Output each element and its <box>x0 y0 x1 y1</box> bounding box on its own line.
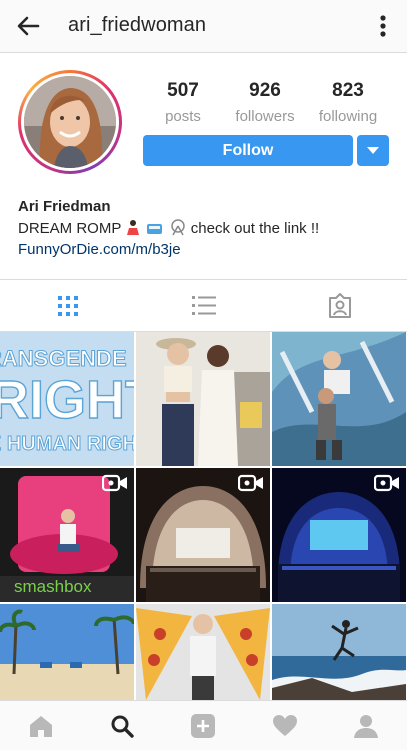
bus-emoji-icon <box>147 224 163 234</box>
post-image <box>0 604 134 700</box>
follow-button[interactable]: Follow <box>143 135 353 166</box>
stat-followers[interactable]: 926 followers <box>225 80 305 125</box>
top-bar: ari_friedwoman <box>0 0 407 53</box>
video-camera-icon <box>238 474 263 492</box>
video-camera-icon <box>102 474 127 492</box>
followers-label: followers <box>235 108 295 125</box>
followers-count: 926 <box>249 80 281 101</box>
add-post-icon[interactable] <box>190 713 216 739</box>
following-label: following <box>318 108 378 125</box>
posts-label: posts <box>165 108 201 125</box>
ferris-wheel-emoji-icon <box>170 219 185 236</box>
post-text-line-2: RIGHTS <box>0 370 134 430</box>
bio-text-end: check out the link !! <box>190 220 320 237</box>
grid-post[interactable]: RANSGENDE RIGHTS E HUMAN RIGH <box>0 332 134 466</box>
heart-icon[interactable] <box>272 713 298 739</box>
profile-full-name: Ari Friedman <box>18 198 111 215</box>
profile-website-link[interactable]: FunnyOrDie.com/m/b3je <box>18 241 181 258</box>
post-caption-smashbox: smashbox <box>14 577 92 596</box>
list-view-icon[interactable] <box>190 292 218 320</box>
profile-icon[interactable] <box>353 713 379 739</box>
profile-view-tabs <box>0 279 407 332</box>
grid-post[interactable]: smashbox <box>0 468 134 602</box>
grid-post[interactable] <box>136 468 270 602</box>
profile-username: ari_friedwoman <box>68 14 207 36</box>
grid-post[interactable] <box>272 604 406 700</box>
following-count: 823 <box>332 80 364 101</box>
grid-post[interactable] <box>272 468 406 602</box>
stat-following[interactable]: 823 following <box>308 80 388 125</box>
grid-post[interactable] <box>0 604 134 700</box>
posts-count: 507 <box>167 80 199 101</box>
grid-view-icon[interactable] <box>54 292 82 320</box>
back-arrow-icon[interactable] <box>14 12 42 40</box>
post-text-line-1: RANSGENDE <box>0 346 127 371</box>
post-image <box>272 604 406 700</box>
grid-post[interactable] <box>272 332 406 466</box>
post-image: RANSGENDE RIGHTS E HUMAN RIGH <box>0 332 134 466</box>
search-icon[interactable] <box>109 713 135 739</box>
bottom-navigation <box>0 700 407 750</box>
more-options-icon[interactable] <box>373 12 393 40</box>
post-image <box>272 332 406 466</box>
grid-post[interactable] <box>136 332 270 466</box>
dancer-emoji-icon <box>127 220 140 235</box>
video-camera-icon <box>374 474 399 492</box>
bio-text-start: DREAM ROMP <box>18 220 122 237</box>
suggested-accounts-dropdown[interactable] <box>357 135 389 166</box>
avatar-story-ring[interactable] <box>18 70 122 174</box>
stat-posts[interactable]: 507 posts <box>143 80 223 125</box>
home-icon[interactable] <box>28 713 54 739</box>
post-image <box>136 604 270 700</box>
tagged-photos-icon[interactable] <box>326 292 354 320</box>
post-image <box>136 332 270 466</box>
grid-post[interactable] <box>136 604 270 700</box>
post-text-line-3: E HUMAN RIGH <box>0 433 134 455</box>
profile-bio: DREAM ROMP check out the link !! <box>18 219 319 237</box>
avatar <box>24 76 116 168</box>
chevron-down-icon <box>367 147 379 154</box>
